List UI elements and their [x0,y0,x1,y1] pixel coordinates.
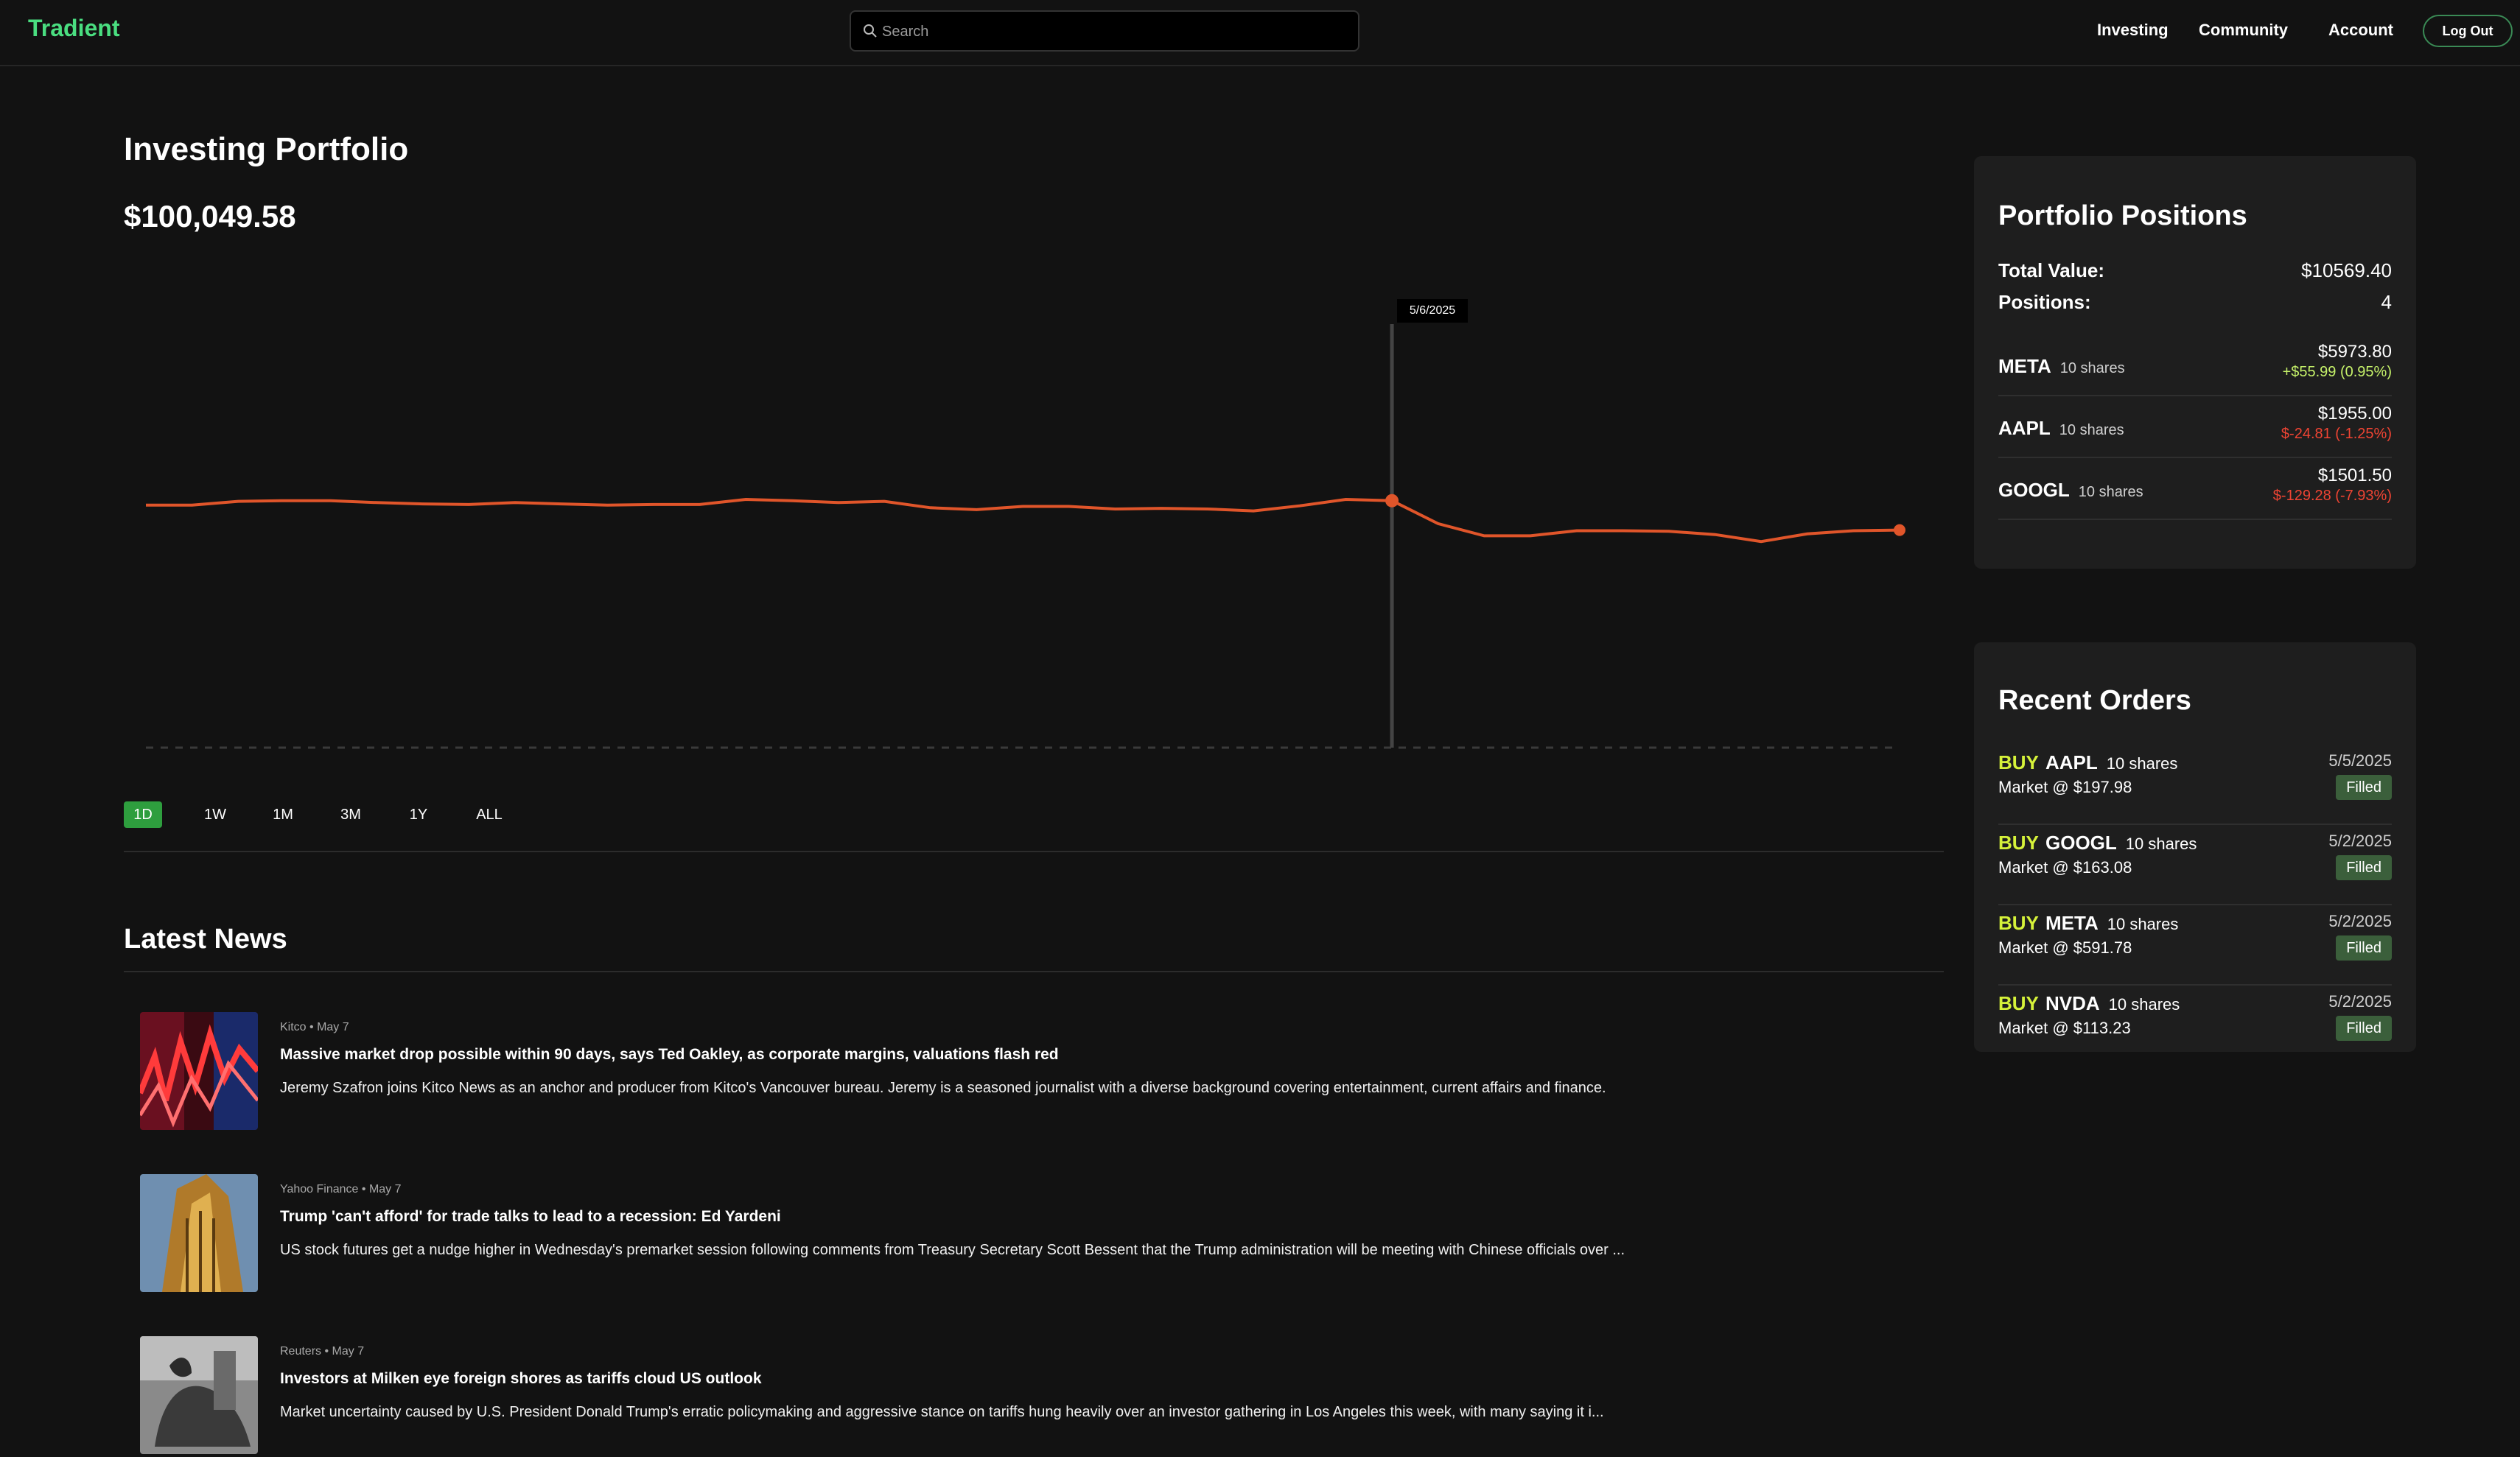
news-thumbnail-image[interactable] [140,1174,258,1292]
brand-logo[interactable]: Tradient [28,15,119,42]
news-section-title: Latest News [124,924,287,955]
order-status-badge: Filled [2336,855,2392,880]
order-shares: 10 shares [2125,835,2197,853]
position-row-meta[interactable]: META 10 shares $5973.80 +$55.99 (0.95%) [1998,334,2392,396]
order-row[interactable]: BUY NVDA 10 shares Market @ $113.23 5/2/2… [1998,985,2392,1052]
order-shares: 10 shares [2106,754,2178,773]
range-1w-button[interactable]: 1W [196,801,234,828]
news-item[interactable]: Kitco • May 7 Massive market drop possib… [140,1012,1923,1130]
position-row-aapl[interactable]: AAPL 10 shares $1955.00 $-24.81 (-1.25%) [1998,396,2392,458]
nav-account[interactable]: Account [2328,21,2393,40]
order-status-badge: Filled [2336,1016,2392,1041]
news-summary: Market uncertainty caused by U.S. Presid… [280,1404,1604,1420]
search-bar[interactable] [850,10,1359,52]
position-shares: 10 shares [2059,360,2125,376]
nav-investing[interactable]: Investing [2097,21,2169,40]
order-ticker: AAPL 10 shares [2045,751,2177,774]
chart-end-point [1894,524,1905,536]
order-row[interactable]: BUY AAPL 10 shares Market @ $197.98 5/5/2… [1998,744,2392,825]
news-headline[interactable]: Massive market drop possible within 90 d… [280,1046,1059,1064]
position-shares: 10 shares [2078,484,2143,500]
order-date: 5/2/2025 [2328,992,2392,1011]
portfolio-chart[interactable] [124,287,1944,759]
divider [124,851,1944,852]
order-shares: 10 shares [2108,995,2180,1014]
total-value-label: Total Value: [1998,259,2104,281]
order-side: BUY [1998,912,2039,934]
order-description: Market @ $163.08 [1998,858,2132,877]
position-ticker: META 10 shares [1998,355,2125,378]
divider [124,971,1944,972]
chart-tooltip-date: 5/6/2025 [1397,299,1468,323]
order-shares: 10 shares [2107,915,2179,933]
order-row[interactable]: BUY GOOGL 10 shares Market @ $163.08 5/2/… [1998,824,2392,905]
chart-highlight-point [1385,494,1399,508]
news-item[interactable]: Reuters • May 7 Investors at Milken eye … [140,1336,1923,1454]
news-headline[interactable]: Investors at Milken eye foreign shores a… [280,1370,762,1388]
order-date: 5/2/2025 [2328,912,2392,930]
order-ticker-label: NVDA [2045,992,2100,1014]
news-source-date: Reuters • May 7 [280,1345,365,1358]
news-source-date: Kitco • May 7 [280,1021,349,1033]
order-ticker-label: META [2045,912,2099,934]
positions-count: 4 [2381,291,2392,313]
order-status-badge: Filled [2336,775,2392,800]
order-ticker: GOOGL 10 shares [2045,832,2197,854]
position-change: $-24.81 (-1.25%) [2281,426,2392,442]
position-change: +$55.99 (0.95%) [2282,364,2392,380]
position-ticker-label: AAPL [1998,417,2051,439]
order-side: BUY [1998,992,2039,1014]
order-side: BUY [1998,832,2039,854]
news-thumbnail-image[interactable] [140,1336,258,1454]
order-description: Market @ $591.78 [1998,938,2132,957]
position-change: $-129.28 (-7.93%) [2272,488,2392,504]
position-ticker-label: META [1998,355,2051,377]
range-3m-button[interactable]: 3M [332,801,370,828]
recent-orders-card: Recent Orders BUY AAPL 10 shares Market @… [1974,642,2416,1052]
news-summary: Jeremy Szafron joins Kitco News as an an… [280,1080,1606,1096]
news-source-date: Yahoo Finance • May 7 [280,1183,402,1196]
news-thumbnail-image[interactable] [140,1012,258,1130]
range-1y-button[interactable]: 1Y [399,801,438,828]
order-description: Market @ $113.23 [1998,1019,2131,1037]
position-ticker-label: GOOGL [1998,479,2070,501]
page-title: Investing Portfolio [124,131,409,167]
portfolio-positions-card: Portfolio Positions Total Value: $10569.… [1974,156,2416,569]
search-input[interactable] [882,18,1346,46]
news-headline[interactable]: Trump 'can't afford' for trade talks to … [280,1208,781,1226]
positions-count-label: Positions: [1998,291,2091,313]
position-ticker: AAPL 10 shares [1998,417,2124,440]
order-row[interactable]: BUY META 10 shares Market @ $591.78 5/2/2… [1998,905,2392,986]
position-ticker: GOOGL 10 shares [1998,479,2143,502]
top-nav: Tradient Investing Community Account Log… [0,0,2520,66]
positions-title: Portfolio Positions [1998,200,2247,231]
order-description: Market @ $197.98 [1998,778,2132,796]
search-icon [864,24,877,38]
orders-title: Recent Orders [1998,685,2191,716]
position-shares: 10 shares [2059,422,2124,438]
logout-button[interactable]: Log Out [2423,15,2513,47]
order-date: 5/5/2025 [2328,751,2392,770]
position-value: $5973.80 [2317,342,2392,362]
portfolio-value: $100,049.58 [124,199,296,234]
chart-series-line [146,497,1900,544]
order-side: BUY [1998,751,2039,773]
position-value: $1955.00 [2317,404,2392,424]
order-status-badge: Filled [2336,935,2392,961]
range-1d-button[interactable]: 1D [124,801,162,828]
nav-community[interactable]: Community [2199,21,2288,40]
range-all-button[interactable]: ALL [467,801,511,828]
total-value: $10569.40 [2301,259,2392,281]
range-1m-button[interactable]: 1M [264,801,302,828]
order-ticker-label: AAPL [2045,751,2098,773]
news-summary: US stock futures get a nudge higher in W… [280,1242,1625,1258]
order-ticker: NVDA 10 shares [2045,992,2180,1015]
order-ticker-label: GOOGL [2045,832,2117,854]
order-date: 5/2/2025 [2328,832,2392,850]
news-item[interactable]: Yahoo Finance • May 7 Trump 'can't affor… [140,1174,1923,1292]
order-ticker: META 10 shares [2045,912,2178,935]
position-value: $1501.50 [2317,466,2392,485]
position-row-googl[interactable]: GOOGL 10 shares $1501.50 $-129.28 (-7.93%… [1998,458,2392,520]
